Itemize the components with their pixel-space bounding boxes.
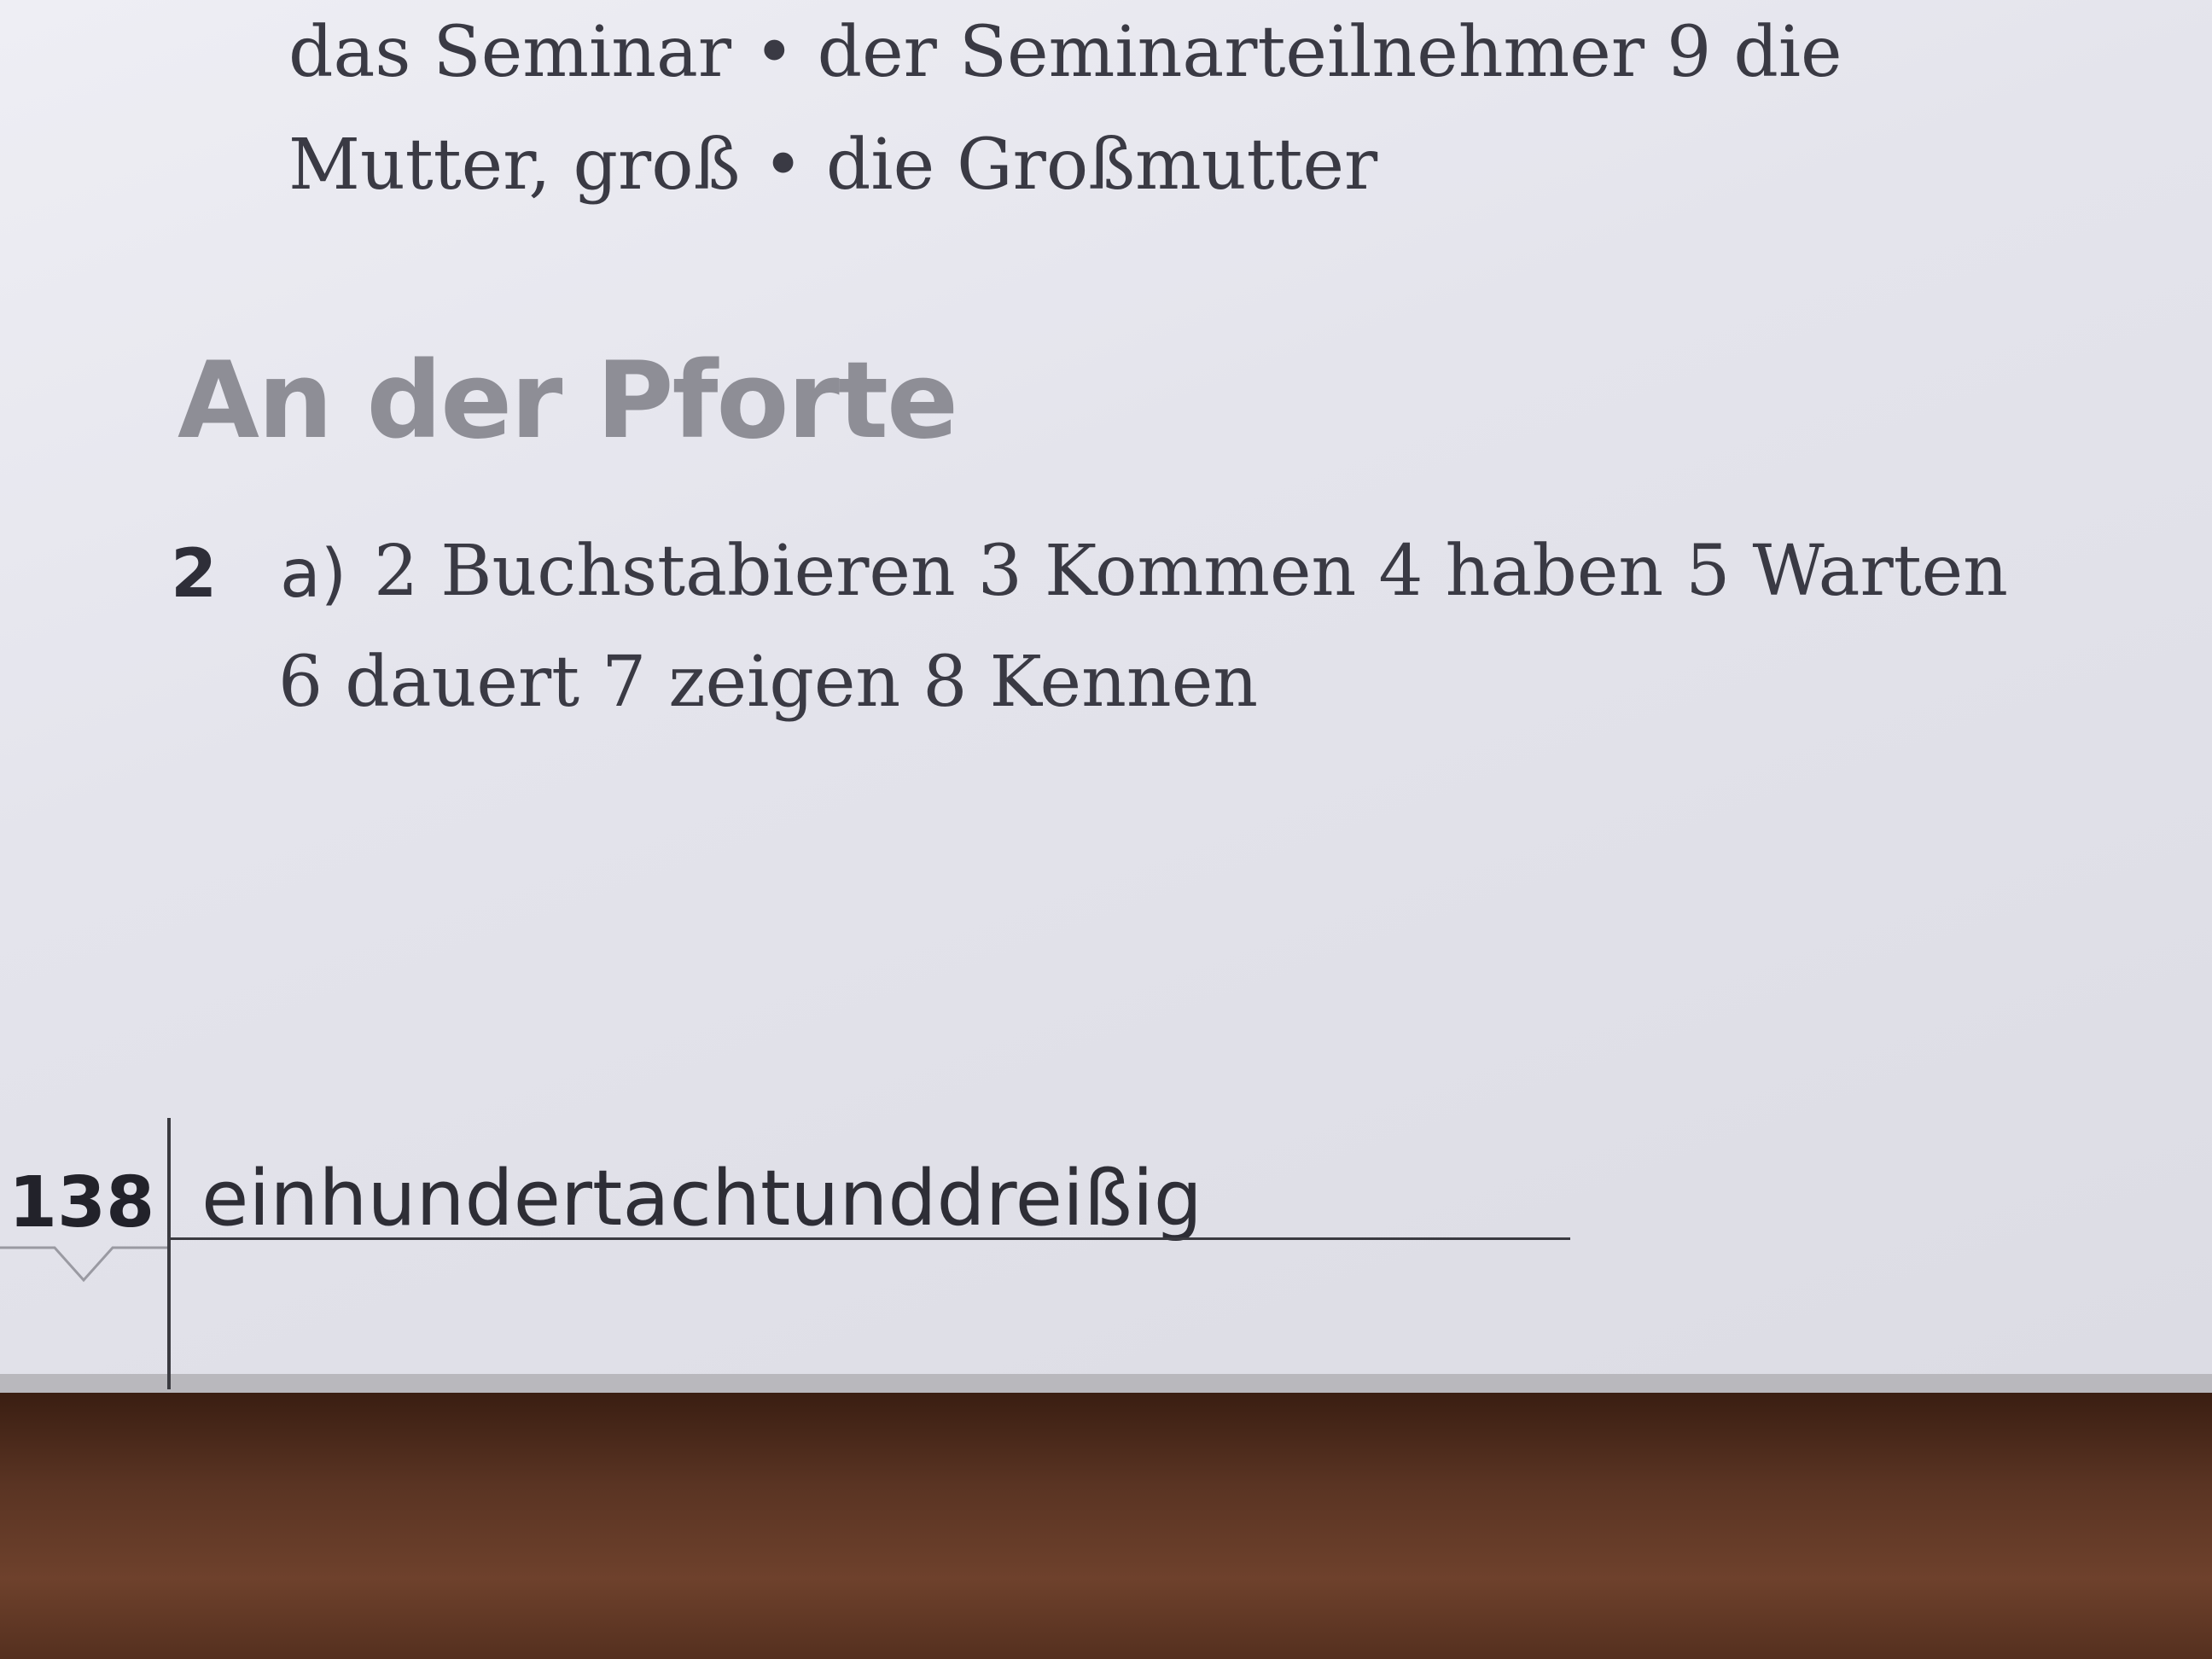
exercise-part-label: a) bbox=[280, 536, 347, 613]
exercise-number: 2 bbox=[171, 536, 218, 613]
page-tab-marker-icon bbox=[0, 1246, 167, 1283]
intro-line-2: Mutter, groß • die Großmutter bbox=[288, 125, 1378, 206]
answer-line-1: 2 Buchstabieren 3 Kommen 4 haben 5 Warte… bbox=[374, 531, 2008, 612]
section-title: An der Pforte bbox=[178, 340, 958, 463]
footer-rule bbox=[171, 1237, 1570, 1240]
intro-line-1: das Seminar • der Seminarteilnehmer 9 di… bbox=[288, 12, 1842, 93]
footer-divider-vertical bbox=[167, 1118, 171, 1389]
answer-line-2: 6 dauert 7 zeigen 8 Kennen bbox=[278, 642, 1259, 723]
page-number: 138 bbox=[9, 1162, 155, 1243]
wooden-table bbox=[0, 1393, 2212, 1659]
page-number-word: einhundertachtunddreißig bbox=[201, 1154, 1202, 1243]
book-page: das Seminar • der Seminarteilnehmer 9 di… bbox=[0, 0, 2212, 1393]
